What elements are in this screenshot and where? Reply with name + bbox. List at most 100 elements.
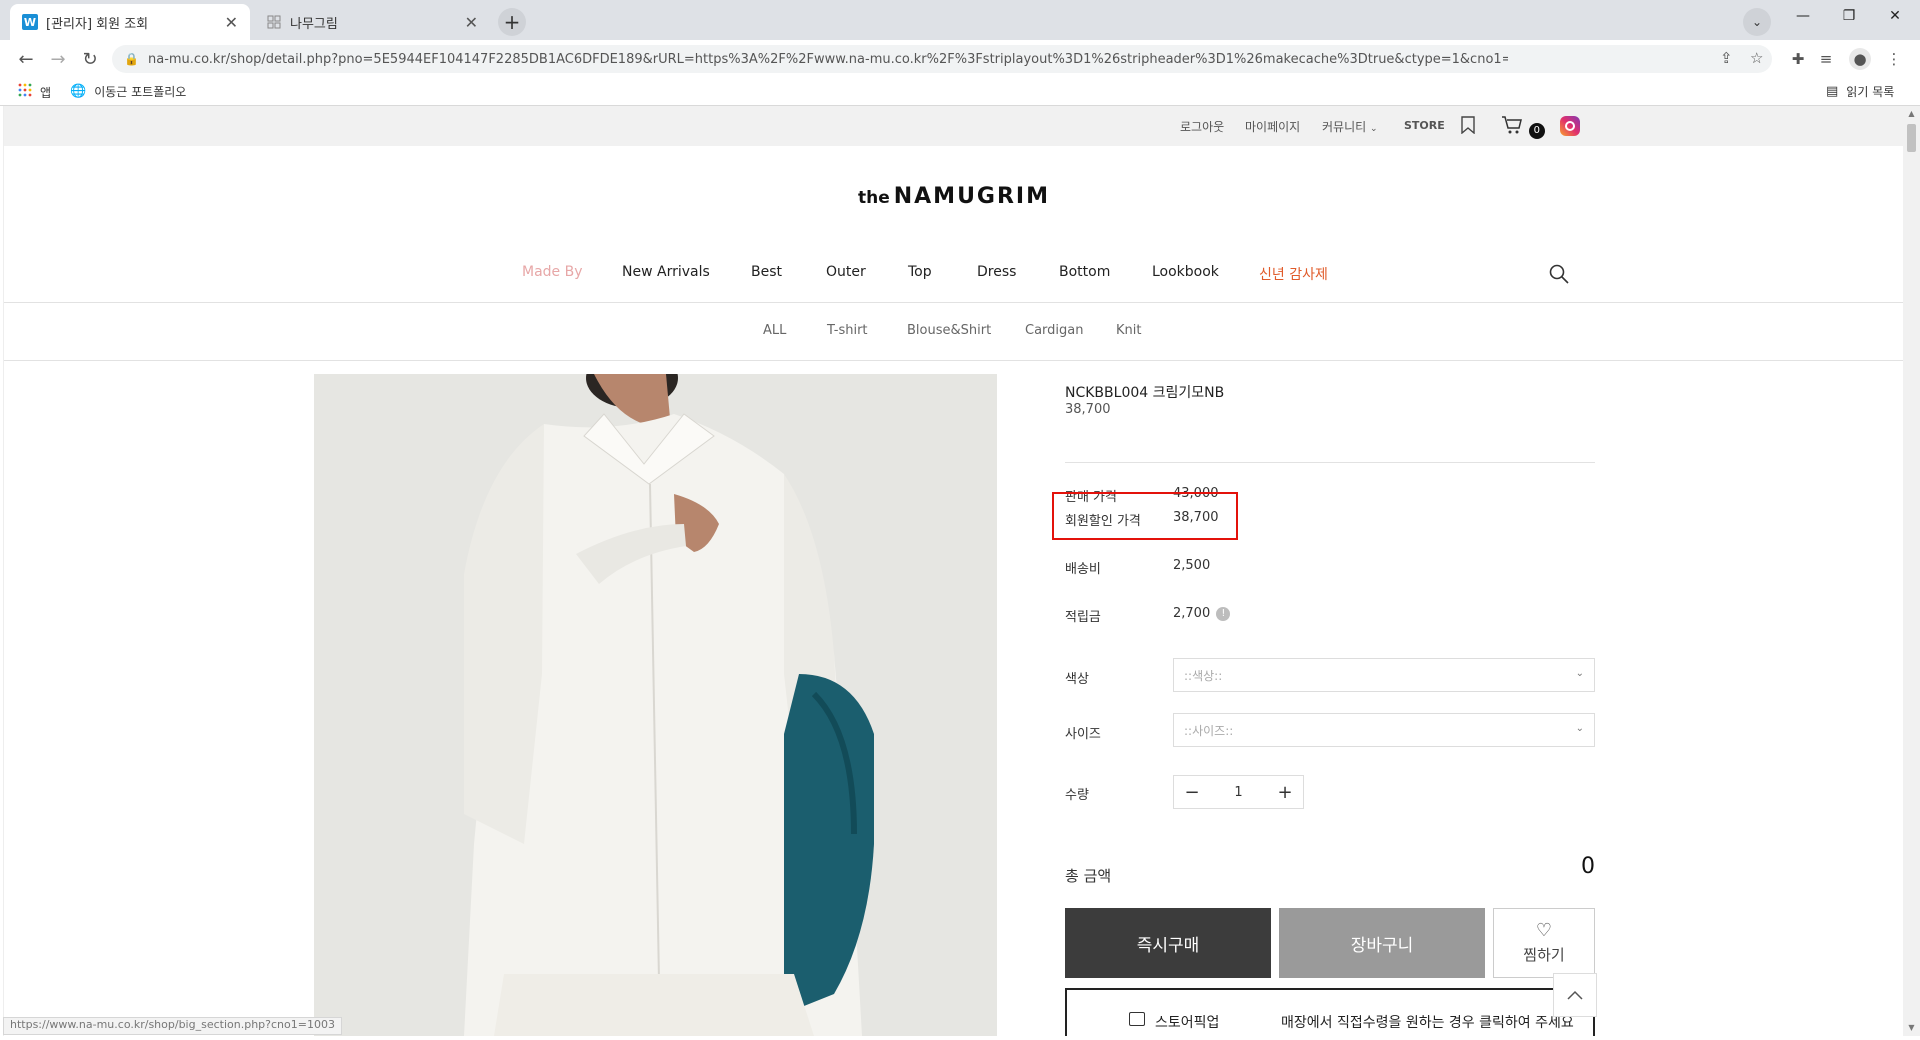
new-tab-button[interactable]: +: [498, 8, 526, 36]
status-bar-url: https://www.na-mu.co.kr/shop/big_section…: [3, 1017, 342, 1035]
tab-namugrim[interactable]: 나무그림 ✕: [254, 4, 490, 40]
bookmark-icon[interactable]: [1461, 116, 1475, 137]
site-top-bar: 로그아웃 마이페이지 커뮤니티 ⌄ STORE 0: [4, 106, 1903, 146]
size-select-value: ::사이즈::: [1184, 723, 1234, 738]
shipping-label: 배송비: [1065, 562, 1101, 577]
wishlist-button[interactable]: ♡ 찜하기: [1493, 908, 1595, 978]
community-menu[interactable]: 커뮤니티 ⌄: [1322, 118, 1378, 135]
info-icon[interactable]: !: [1216, 606, 1231, 621]
minimize-icon[interactable]: —: [1780, 2, 1826, 30]
bookmark-portfolio[interactable]: 🌐 이동근 포트폴리오: [70, 83, 186, 100]
chevron-down-icon: ⌄: [1370, 124, 1378, 134]
close-icon[interactable]: ✕: [225, 13, 238, 32]
search-icon[interactable]: [1549, 264, 1569, 284]
page-icon: [266, 14, 282, 30]
tab-admin-member[interactable]: W [관리자] 회원 조회 ✕: [10, 4, 250, 40]
mypage-link[interactable]: 마이페이지: [1245, 118, 1300, 135]
bookmark-label: 이동근 포트폴리오: [94, 85, 187, 99]
add-to-cart-button[interactable]: 장바구니: [1279, 908, 1485, 978]
reload-icon[interactable]: ↻: [76, 45, 104, 73]
extensions-puzzle-icon[interactable]: ✚: [1787, 48, 1809, 70]
logout-link[interactable]: 로그아웃: [1180, 118, 1224, 135]
reading-list-button[interactable]: ▤ 읽기 목록: [1826, 83, 1894, 100]
browser-toolbar: ← → ↻ 🔒 na-mu.co.kr/shop/detail.php?pno=…: [0, 40, 1920, 78]
bookmark-label: 앱: [40, 85, 52, 100]
profile-avatar-icon[interactable]: ●: [1849, 48, 1871, 70]
minus-button[interactable]: −: [1174, 782, 1210, 803]
store-pickup-button[interactable]: 스토어픽업 매장에서 직접수령을 원하는 경우 클릭하여 주세요: [1065, 988, 1595, 1036]
nav-divider: [4, 302, 1903, 303]
subnav-divider: [4, 360, 1903, 361]
site-logo[interactable]: the NAMUGRIM: [4, 184, 1903, 209]
member-price-label: 회원할인 가격: [1065, 514, 1141, 529]
buy-now-button[interactable]: 즉시구매: [1065, 908, 1271, 978]
shipping-value: 2,500: [1173, 558, 1211, 573]
page-scrollbar[interactable]: ▲ ▼: [1903, 106, 1920, 1036]
back-arrow-icon[interactable]: ←: [12, 45, 40, 73]
subnav-cardigan[interactable]: Cardigan: [1025, 323, 1083, 338]
close-icon[interactable]: ✕: [465, 13, 478, 32]
logo-name: NAMUGRIM: [893, 184, 1051, 209]
nav-top[interactable]: Top: [908, 264, 932, 280]
tab-search-button[interactable]: ⌄: [1743, 8, 1771, 36]
scrollbar-thumb[interactable]: [1907, 124, 1916, 152]
cart-button[interactable]: 0: [1501, 116, 1545, 139]
url-text: na-mu.co.kr/shop/detail.php?pno=5E5944EF…: [148, 51, 1508, 67]
nav-lookbook[interactable]: Lookbook: [1152, 264, 1219, 280]
reading-list-icon[interactable]: ≡: [1815, 48, 1837, 70]
reading-list-label: 읽기 목록: [1846, 85, 1895, 99]
tab-title: [관리자] 회원 조회: [46, 16, 149, 32]
total-value: 0: [1581, 854, 1595, 879]
nav-outer[interactable]: Outer: [826, 264, 866, 280]
store-pickup-desc: 매장에서 직접수령을 원하는 경우 클릭하여 주세요: [1281, 1015, 1574, 1031]
nav-made-by[interactable]: Made By: [522, 264, 583, 280]
browser-tab-bar: W [관리자] 회원 조회 ✕ 나무그림 ✕ + ⌄ — ❐ ✕: [0, 0, 1920, 40]
product-image[interactable]: [314, 374, 997, 1036]
subnav-all[interactable]: ALL: [763, 323, 786, 338]
wishlist-label: 찜하기: [1523, 945, 1565, 964]
scroll-down-arrow-icon[interactable]: ▼: [1903, 1020, 1920, 1036]
bookmark-apps[interactable]: 앱: [18, 83, 51, 101]
logo-the: the: [857, 188, 890, 208]
info-divider: [1065, 462, 1595, 463]
restore-icon[interactable]: ❐: [1826, 2, 1872, 30]
nav-new-year-event[interactable]: 신년 감사제: [1259, 264, 1328, 284]
apps-grid-icon: [18, 83, 32, 101]
color-select[interactable]: ::색상:: ⌄: [1173, 658, 1595, 692]
bookmark-star-icon[interactable]: ☆: [1750, 49, 1763, 67]
forward-arrow-icon[interactable]: →: [44, 45, 72, 73]
color-select-value: ::색상::: [1184, 668, 1223, 683]
quantity-value[interactable]: 1: [1210, 785, 1267, 800]
window-close-icon[interactable]: ✕: [1872, 2, 1918, 30]
subnav-tshirt[interactable]: T-shirt: [827, 323, 868, 338]
web-page: 로그아웃 마이페이지 커뮤니티 ⌄ STORE 0 the NAMUGRIM Ma…: [3, 106, 1903, 1036]
menu-dots-icon[interactable]: ⋮: [1883, 48, 1905, 70]
instagram-icon[interactable]: [1560, 116, 1580, 136]
nav-bottom[interactable]: Bottom: [1059, 264, 1110, 280]
size-label: 사이즈: [1065, 727, 1101, 742]
w-logo-icon: W: [22, 14, 38, 30]
tab-title: 나무그림: [290, 16, 338, 32]
share-icon[interactable]: ⇪: [1720, 49, 1733, 67]
color-label: 색상: [1065, 672, 1089, 687]
subnav-knit[interactable]: Knit: [1116, 323, 1141, 338]
plus-button[interactable]: +: [1267, 782, 1303, 803]
quantity-stepper: − 1 +: [1173, 775, 1304, 809]
store-link[interactable]: STORE: [1404, 119, 1445, 132]
community-label: 커뮤니티: [1322, 120, 1367, 134]
nav-best[interactable]: Best: [751, 264, 782, 280]
size-select[interactable]: ::사이즈:: ⌄: [1173, 713, 1595, 747]
cart-icon: [1501, 116, 1527, 137]
nav-dress[interactable]: Dress: [977, 264, 1016, 280]
chevron-down-icon: ⌄: [1575, 668, 1584, 679]
lock-icon: 🔒: [124, 52, 139, 66]
total-label: 총 금액: [1065, 867, 1112, 885]
address-bar[interactable]: 🔒 na-mu.co.kr/shop/detail.php?pno=5E5944…: [112, 45, 1772, 73]
scroll-up-arrow-icon[interactable]: ▲: [1903, 106, 1920, 122]
heart-icon: ♡: [1535, 919, 1553, 941]
subnav-blouse-shirt[interactable]: Blouse&Shirt: [907, 323, 991, 338]
store-icon: [1129, 1012, 1145, 1026]
scroll-to-top-button[interactable]: [1553, 973, 1597, 1017]
member-price-value: 38,700: [1173, 510, 1219, 525]
nav-new-arrivals[interactable]: New Arrivals: [622, 264, 710, 280]
